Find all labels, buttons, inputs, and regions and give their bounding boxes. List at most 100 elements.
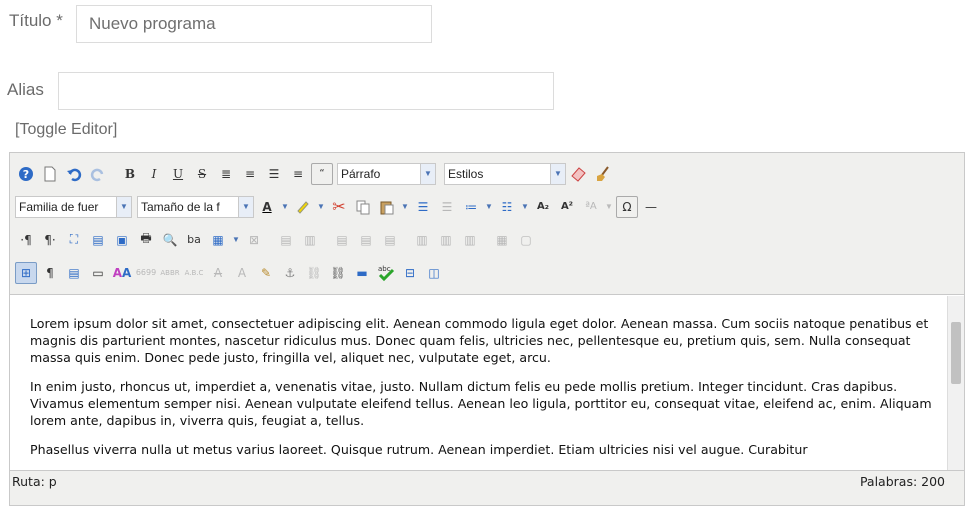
alias-input[interactable]: [58, 72, 554, 110]
undo-icon[interactable]: [63, 163, 85, 185]
link-icon[interactable]: ⛓: [327, 262, 349, 284]
change-case-icon[interactable]: ªA: [580, 196, 602, 218]
search-icon[interactable]: 🔍: [159, 229, 181, 251]
copy-icon[interactable]: [352, 196, 374, 218]
split-cells-icon[interactable]: ▦: [491, 229, 513, 251]
readmore-icon[interactable]: ◫: [423, 262, 445, 284]
image-icon[interactable]: ▬: [351, 262, 373, 284]
align-justify-icon[interactable]: ≣: [215, 163, 237, 185]
insert-row-before-icon[interactable]: ▤: [331, 229, 353, 251]
table-row-props-icon[interactable]: ▤: [275, 229, 297, 251]
font-size-select[interactable]: Tamaño de la f ▼: [137, 195, 254, 218]
acronym-icon[interactable]: A.B.C: [183, 262, 205, 284]
title-input[interactable]: Nuevo programa: [76, 5, 432, 43]
insert-layer-icon[interactable]: ▦: [207, 229, 229, 251]
text-color-icon[interactable]: A: [256, 196, 278, 218]
highlight-color-icon[interactable]: [292, 196, 314, 218]
chevron-down-icon[interactable]: ▼: [316, 196, 326, 218]
align-right-icon[interactable]: ≡: [287, 163, 309, 185]
insert-media-icon[interactable]: ▭: [87, 262, 109, 284]
toggle-editor-link[interactable]: [Toggle Editor]: [15, 121, 117, 139]
horizontal-rule-icon[interactable]: —: [640, 196, 662, 218]
delete-row-icon[interactable]: ▤: [379, 229, 401, 251]
strikethrough-icon[interactable]: S: [191, 163, 213, 185]
title-label: Título *: [9, 11, 63, 30]
chevron-down-icon[interactable]: ▼: [400, 196, 410, 218]
toolbar-row-4: ⊞ ¶ ▤ ▭ AA 6699 ABBR A.B.C A A ✎ ⚓ ⛓ ⛓ ▬…: [15, 256, 964, 289]
content-paragraph: Phasellus viverra nulla ut metus varius …: [30, 442, 808, 457]
chevron-down-icon: ▼: [420, 163, 435, 184]
word-count: Palabras: 200: [859, 474, 945, 489]
chevron-down-icon[interactable]: ▼: [484, 196, 494, 218]
template-icon[interactable]: ▤: [87, 229, 109, 251]
bold-icon[interactable]: B: [119, 163, 141, 185]
chevron-down-icon[interactable]: ▼: [520, 196, 530, 218]
chevron-down-icon[interactable]: ▼: [604, 196, 614, 218]
attributes-icon[interactable]: ✎: [255, 262, 277, 284]
special-character-icon[interactable]: Ω: [616, 195, 638, 218]
visual-aid-icon[interactable]: ⊞: [15, 261, 37, 284]
font-family-select-value: Familia de fuer: [19, 199, 99, 214]
chevron-down-icon: ▼: [116, 196, 131, 217]
ltr-icon[interactable]: ·¶: [15, 229, 37, 251]
delete-col-icon[interactable]: ▥: [459, 229, 481, 251]
insert-text-icon[interactable]: A: [231, 262, 253, 284]
format-select-value: Párrafo: [341, 166, 381, 181]
insert-col-after-icon[interactable]: ▥: [435, 229, 457, 251]
editor-toolbar: ? B I U S ≣ ≡ ☰ ≡ “ Párrafo ▼ Estilos ▼ Fa…: [10, 153, 964, 295]
align-left-icon[interactable]: ☰: [263, 163, 285, 185]
editor-scrollbar[interactable]: [947, 296, 964, 472]
anchor-icon[interactable]: ⚓: [279, 262, 301, 284]
format-select[interactable]: Párrafo ▼: [337, 162, 436, 185]
font-family-select[interactable]: Familia de fuer ▼: [15, 195, 132, 218]
print-icon[interactable]: 🖶: [135, 229, 157, 251]
paste-icon[interactable]: [376, 196, 398, 218]
page-break-icon[interactable]: ⊟: [399, 262, 421, 284]
merge-cells-icon[interactable]: ▢: [515, 229, 537, 251]
show-blocks-icon[interactable]: ¶: [39, 262, 61, 284]
toolbar-row-1: ? B I U S ≣ ≡ ☰ ≡ “ Párrafo ▼ Estilos ▼: [15, 157, 964, 190]
insert-row-after-icon[interactable]: ▤: [355, 229, 377, 251]
insert-file-icon[interactable]: ▤: [63, 262, 85, 284]
italic-icon[interactable]: I: [143, 163, 165, 185]
absolute-position-icon[interactable]: ⊠: [243, 229, 265, 251]
cleanup-broom-icon[interactable]: [592, 163, 614, 185]
svg-text:abc: abc: [378, 265, 391, 273]
cut-icon[interactable]: ✂: [328, 196, 350, 218]
indent-icon[interactable]: ☰: [436, 196, 458, 218]
svg-text:?: ?: [23, 168, 29, 181]
chevron-down-icon[interactable]: ▼: [280, 196, 290, 218]
spellcheck-icon[interactable]: abc: [375, 262, 397, 284]
abbr-icon[interactable]: ABBR: [159, 262, 181, 284]
chevron-down-icon: ▼: [238, 196, 253, 217]
table-cell-props-icon[interactable]: ▥: [299, 229, 321, 251]
replace-icon[interactable]: ba: [183, 229, 205, 251]
fullscreen-icon[interactable]: ⛶: [63, 229, 85, 251]
style-props-icon[interactable]: AA: [111, 262, 133, 284]
underline-icon[interactable]: U: [167, 163, 189, 185]
superscript-icon[interactable]: A²: [556, 196, 578, 218]
editor-content[interactable]: Lorem ipsum dolor sit amet, consectetuer…: [10, 295, 964, 471]
element-path[interactable]: Ruta: p: [12, 474, 57, 489]
content-paragraph: In enim justo, rhoncus ut, imperdiet a, …: [30, 379, 932, 428]
styles-select[interactable]: Estilos ▼: [444, 162, 566, 185]
help-icon[interactable]: ?: [15, 163, 37, 185]
scrollbar-thumb[interactable]: [951, 322, 961, 384]
eraser-icon[interactable]: [568, 163, 590, 185]
redo-icon[interactable]: [87, 163, 109, 185]
chevron-down-icon[interactable]: ▼: [231, 229, 241, 251]
numbered-list-icon[interactable]: ≔: [460, 196, 482, 218]
code-icon[interactable]: ▣: [111, 229, 133, 251]
outdent-icon[interactable]: ☰: [412, 196, 434, 218]
delete-text-icon[interactable]: A: [207, 262, 229, 284]
blockquote-icon[interactable]: “: [311, 162, 333, 185]
align-center-icon[interactable]: ≡: [239, 163, 261, 185]
new-document-icon[interactable]: [39, 163, 61, 185]
subscript-icon[interactable]: A₂: [532, 196, 554, 218]
unlink-icon[interactable]: ⛓: [303, 262, 325, 284]
toolbar-row-3: ·¶ ¶· ⛶ ▤ ▣ 🖶 🔍 ba ▦ ▼ ⊠ ▤ ▥ ▤ ▤ ▤ ▥ ▥ ▥ …: [15, 223, 964, 256]
bullet-list-icon[interactable]: ☷: [496, 196, 518, 218]
cite-icon[interactable]: 6699: [135, 262, 157, 284]
rtl-icon[interactable]: ¶·: [39, 229, 61, 251]
insert-col-before-icon[interactable]: ▥: [411, 229, 433, 251]
